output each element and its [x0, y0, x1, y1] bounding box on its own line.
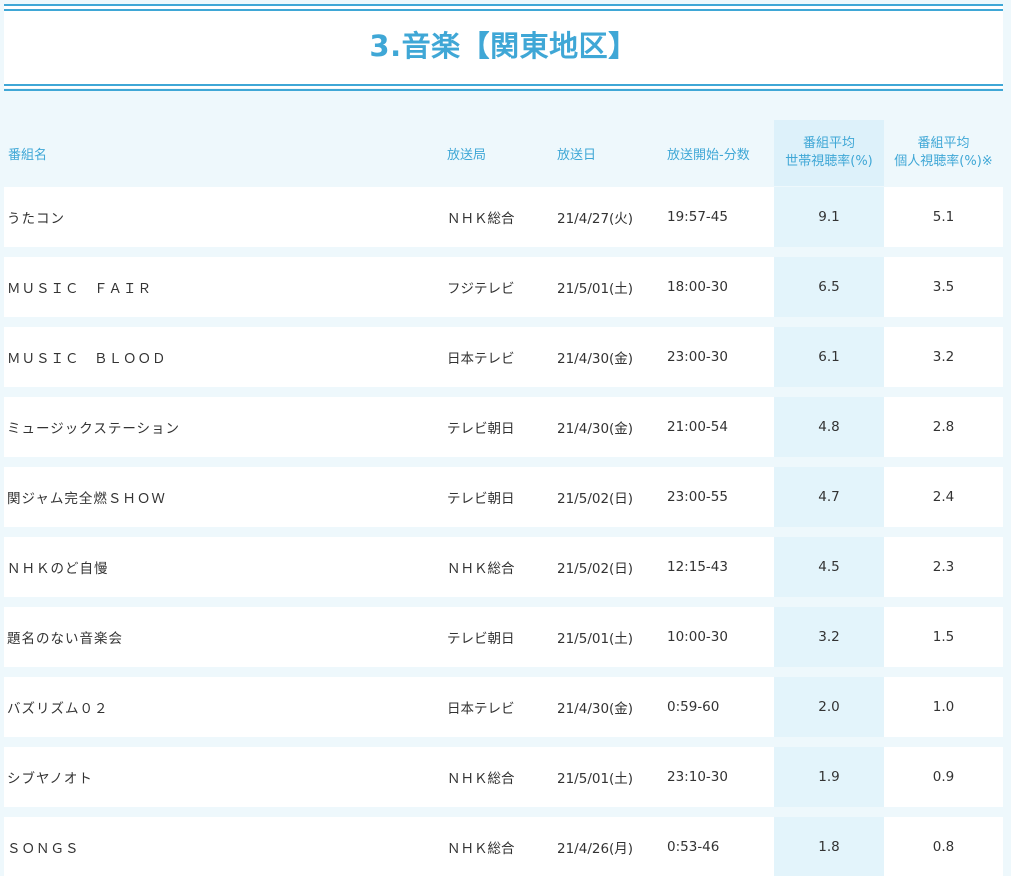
cell-personal-rating: 1.0 — [932, 699, 955, 715]
cell-household-rating: 4.8 — [774, 397, 884, 457]
cell-date: 21/4/30(金) — [557, 701, 634, 717]
cell-personal-rating: 2.8 — [932, 419, 955, 435]
cell-start-duration: 21:00-54 — [667, 419, 728, 435]
cell-station: 日本テレビ — [447, 351, 515, 367]
cell-date: 21/4/30(金) — [557, 351, 634, 367]
top-rule-2 — [4, 9, 1003, 11]
cell-station: フジテレビ — [447, 281, 515, 297]
cell-program: 関ジャム完全燃ＳＨＯＷ — [7, 491, 166, 507]
cell-household-rating: 3.2 — [774, 607, 884, 667]
header-personal-rating: 番組平均 個人視聴率(%)※ — [884, 120, 1003, 186]
cell-start-duration: 0:59-60 — [667, 699, 720, 715]
cell-personal-rating: 2.4 — [932, 489, 955, 505]
cell-station: ＮＨＫ総合 — [447, 211, 515, 227]
cell-start-duration: 23:00-30 — [667, 349, 728, 365]
header-program: 番組名 — [8, 147, 48, 163]
cell-date: 21/5/01(土) — [557, 631, 634, 647]
table-row: ＭＵＳＩＣ ＢＬＯＯＤ 日本テレビ 21/4/30(金) 23:00-30 6.1 3.2 — [4, 327, 1003, 387]
cell-date: 21/4/27(火) — [557, 211, 634, 227]
cell-date: 21/5/02(日) — [557, 491, 634, 507]
cell-program: シブヤノオト — [7, 771, 93, 787]
header-household-line2: 世帯視聴率(%) — [785, 154, 873, 169]
header-personal-line2: 個人視聴率(%)※ — [894, 154, 993, 169]
cell-program: バズリズム０２ — [7, 701, 109, 717]
cell-station: ＮＨＫ総合 — [447, 561, 515, 577]
table-row: 題名のない音楽会 テレビ朝日 21/5/01(土) 10:00-30 3.2 1.5 — [4, 607, 1003, 667]
cell-household-rating: 9.1 — [774, 187, 884, 247]
cell-date: 21/5/01(土) — [557, 771, 634, 787]
cell-household-rating: 1.9 — [774, 747, 884, 807]
cell-program: うたコン — [7, 211, 65, 227]
cell-personal-rating: 5.1 — [932, 209, 955, 225]
cell-station: ＮＨＫ総合 — [447, 771, 515, 787]
cell-station: テレビ朝日 — [447, 491, 515, 507]
cell-program: 題名のない音楽会 — [7, 631, 123, 647]
cell-personal-rating: 2.3 — [932, 559, 955, 575]
cell-start-duration: 18:00-30 — [667, 279, 728, 295]
table-row: バズリズム０２ 日本テレビ 21/4/30(金) 0:59-60 2.0 1.0 — [4, 677, 1003, 737]
cell-household-rating: 4.7 — [774, 467, 884, 527]
cell-household-rating: 4.5 — [774, 537, 884, 597]
cell-station: ＮＨＫ総合 — [447, 841, 515, 857]
table-row: ＳＯＮＧＳ ＮＨＫ総合 21/4/26(月) 0:53-46 1.8 0.8 — [4, 817, 1003, 876]
header-household-line1: 番組平均 — [802, 136, 855, 151]
cell-start-duration: 12:15-43 — [667, 559, 728, 575]
cell-start-duration: 10:00-30 — [667, 629, 728, 645]
cell-personal-rating: 0.8 — [932, 839, 955, 855]
header-personal-line1: 番組平均 — [917, 136, 970, 151]
cell-program: ＭＵＳＩＣ ＦＡＩＲ — [7, 281, 152, 297]
cell-household-rating: 1.8 — [774, 817, 884, 876]
table-row: ＭＵＳＩＣ ＦＡＩＲ フジテレビ 21/5/01(土) 18:00-30 6.5 3.5 — [4, 257, 1003, 317]
cell-start-duration: 19:57-45 — [667, 209, 728, 225]
cell-household-rating: 6.5 — [774, 257, 884, 317]
table-row: 関ジャム完全燃ＳＨＯＷ テレビ朝日 21/5/02(日) 23:00-55 4.7 2.4 — [4, 467, 1003, 527]
cell-program: ＭＵＳＩＣ ＢＬＯＯＤ — [7, 351, 167, 367]
cell-household-rating: 2.0 — [774, 677, 884, 737]
cell-household-rating: 6.1 — [774, 327, 884, 387]
page-title: 3.音楽【関東地区】 — [369, 29, 638, 63]
cell-start-duration: 0:53-46 — [667, 839, 720, 855]
page: 3.音楽【関東地区】 番組名 放送局 放送日 放送開始-分数 番組平均 世帯視聴… — [0, 0, 1011, 876]
cell-station: テレビ朝日 — [447, 631, 515, 647]
cell-date: 21/5/01(土) — [557, 281, 634, 297]
header-household-rating: 番組平均 世帯視聴率(%) — [774, 120, 884, 186]
cell-station: テレビ朝日 — [447, 421, 515, 437]
cell-start-duration: 23:10-30 — [667, 769, 728, 785]
table-row: ミュージックステーション テレビ朝日 21/4/30(金) 21:00-54 4.8 2.… — [4, 397, 1003, 457]
cell-program: ミュージックステーション — [7, 421, 181, 437]
header-start-duration: 放送開始-分数 — [667, 147, 750, 163]
table-row: ＮＨＫのど自慢 ＮＨＫ総合 21/5/02(日) 12:15-43 4.5 2.3 — [4, 537, 1003, 597]
header-station: 放送局 — [447, 147, 487, 163]
table-row: うたコン ＮＨＫ総合 21/4/27(火) 19:57-45 9.1 5.1 — [4, 187, 1003, 247]
cell-station: 日本テレビ — [447, 701, 515, 717]
cell-date: 21/5/02(日) — [557, 561, 634, 577]
cell-date: 21/4/26(月) — [557, 841, 634, 857]
cell-personal-rating: 3.2 — [932, 349, 955, 365]
bottom-rule-2 — [4, 89, 1003, 91]
header-date: 放送日 — [557, 147, 597, 163]
cell-start-duration: 23:00-55 — [667, 489, 728, 505]
cell-program: ＳＯＮＧＳ — [7, 841, 80, 857]
top-rule-1 — [4, 4, 1003, 6]
bottom-rule-1 — [4, 84, 1003, 86]
table-row: シブヤノオト ＮＨＫ総合 21/5/01(土) 23:10-30 1.9 0.9 — [4, 747, 1003, 807]
cell-personal-rating: 3.5 — [932, 279, 955, 295]
cell-personal-rating: 0.9 — [932, 769, 955, 785]
cell-program: ＮＨＫのど自慢 — [7, 561, 109, 577]
cell-date: 21/4/30(金) — [557, 421, 634, 437]
cell-personal-rating: 1.5 — [932, 629, 955, 645]
